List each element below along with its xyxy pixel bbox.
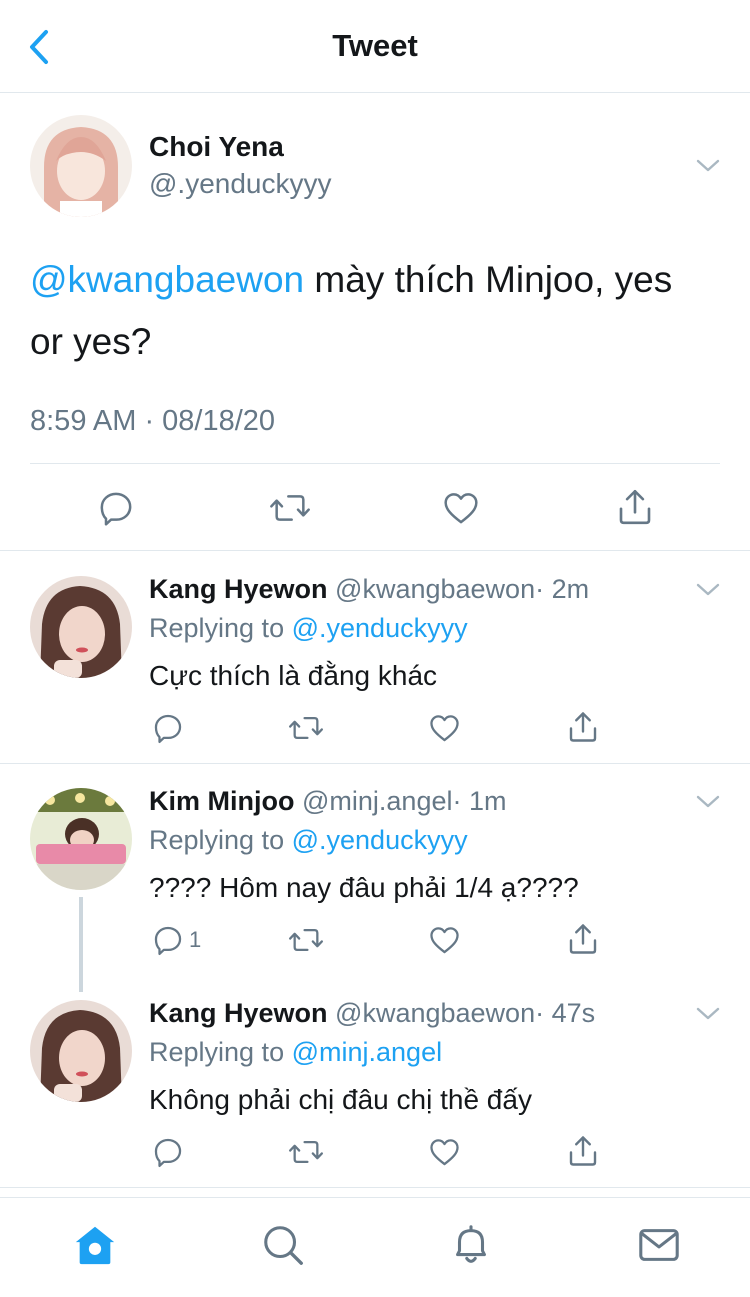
replying-to-label: Replying to [149, 613, 285, 643]
reply-count: 1 [189, 927, 202, 952]
avatar-image [30, 576, 132, 678]
tweet-timestamp: 8:59 AM · 08/18/20 [30, 405, 276, 437]
comment-icon [100, 492, 132, 526]
retweet-button[interactable] [287, 923, 325, 957]
reply-header: Kang Hyewon @kwangbaewon· 2m [149, 574, 589, 605]
tab-search[interactable] [260, 1222, 306, 1268]
chevron-down-icon [696, 159, 720, 172]
replying-to-label: Replying to [149, 1037, 285, 1067]
thread-connector [79, 897, 83, 992]
heart-icon [430, 715, 459, 742]
author-handle[interactable]: @.yenduckyyy [149, 168, 332, 200]
chevron-down-icon [696, 583, 720, 596]
reply-button[interactable] [151, 711, 185, 745]
retweet-button[interactable] [268, 488, 312, 528]
reply-divider [0, 763, 750, 764]
more-options-button[interactable] [694, 792, 722, 812]
more-options-button[interactable] [694, 1004, 722, 1024]
comment-icon [154, 926, 182, 956]
author-name[interactable]: Kim Minjoo [149, 786, 294, 816]
author-handle[interactable]: @kwangbaewon [335, 998, 535, 1028]
reply-button[interactable] [96, 488, 136, 528]
avatar-image [30, 1000, 132, 1102]
mail-icon [639, 1229, 679, 1261]
retweet-icon [288, 1140, 324, 1164]
author-handle[interactable]: @kwangbaewon [335, 574, 535, 604]
reply-button[interactable] [151, 1135, 185, 1169]
avatar-image [30, 788, 132, 890]
share-icon [569, 924, 597, 954]
reply-text: Cực thích là đằng khác [149, 660, 438, 691]
replying-to: Replying to @.yenduckyyy [149, 613, 468, 644]
like-button[interactable] [440, 488, 482, 528]
share-button[interactable] [614, 486, 656, 528]
retweet-icon [288, 928, 324, 952]
mention-link[interactable]: @kwangbaewon [30, 259, 304, 300]
like-button[interactable] [427, 1135, 462, 1169]
avatar[interactable] [30, 1000, 132, 1102]
reply-time: · 47s [535, 998, 596, 1028]
reply-time: · 1m [452, 786, 507, 816]
heart-icon [430, 927, 459, 954]
replying-to-link[interactable]: @minj.angel [292, 1037, 442, 1067]
author-name[interactable]: Kang Hyewon [149, 574, 328, 604]
more-options-button[interactable] [694, 580, 722, 600]
tweet-divider [30, 463, 720, 464]
reply-divider [0, 1187, 750, 1188]
reply-header: Kim Minjoo @minj.angel· 1m [149, 786, 506, 817]
avatar[interactable] [30, 788, 132, 890]
heart-icon [444, 493, 478, 524]
reply-time: · 2m [535, 574, 590, 604]
header-divider [0, 92, 750, 93]
heart-icon [430, 1139, 459, 1166]
share-icon [619, 489, 651, 525]
more-options-button[interactable] [694, 156, 722, 176]
page-title: Tweet [332, 28, 418, 63]
bell-icon [456, 1225, 486, 1263]
avatar[interactable] [30, 115, 132, 217]
replying-to: Replying to @minj.angel [149, 1037, 442, 1068]
comment-icon [154, 1138, 182, 1168]
replying-to-link[interactable]: @.yenduckyyy [292, 825, 468, 855]
tab-home[interactable] [72, 1222, 118, 1268]
author-name[interactable]: Choi Yena [149, 131, 284, 163]
retweet-button[interactable] [287, 1135, 325, 1169]
author-name[interactable]: Kang Hyewon [149, 998, 328, 1028]
avatar-image [30, 115, 132, 217]
chevron-down-icon [696, 795, 720, 808]
avatar[interactable] [30, 576, 132, 678]
replying-to-link[interactable]: @.yenduckyyy [292, 613, 468, 643]
like-button[interactable] [427, 923, 462, 957]
retweet-icon [270, 495, 310, 521]
chevron-down-icon [696, 1007, 720, 1020]
replying-to: Replying to @.yenduckyyy [149, 825, 468, 856]
reply-text: Không phải chị đâu chị thề đấy [149, 1084, 532, 1115]
section-divider [0, 550, 750, 551]
tab-notifications[interactable] [448, 1222, 494, 1268]
reply-button[interactable]: 1 [151, 923, 201, 957]
share-button[interactable] [565, 709, 601, 745]
tab-bar-divider [0, 1197, 750, 1198]
replying-to-label: Replying to [149, 825, 285, 855]
share-icon [569, 712, 597, 742]
reply-text: ???? Hôm nay đâu phải 1/4 ạ???? [149, 872, 579, 903]
author-handle[interactable]: @minj.angel [302, 786, 452, 816]
comment-icon [154, 714, 182, 744]
retweet-button[interactable] [287, 711, 325, 745]
search-icon [264, 1226, 303, 1265]
retweet-icon [288, 716, 324, 740]
like-button[interactable] [427, 711, 462, 745]
share-button[interactable] [565, 921, 601, 957]
tweet-text: @kwangbaewon mày thích Minjoo, yes or ye… [30, 249, 730, 373]
share-icon [569, 1136, 597, 1166]
tweet-text-line2: or yes? [30, 321, 152, 362]
tab-messages[interactable] [636, 1222, 682, 1268]
tweet-text-line1: mày thích Minjoo, yes [304, 259, 673, 300]
reply-header: Kang Hyewon @kwangbaewon· 47s [149, 998, 595, 1029]
home-icon [75, 1226, 115, 1265]
share-button[interactable] [565, 1133, 601, 1169]
